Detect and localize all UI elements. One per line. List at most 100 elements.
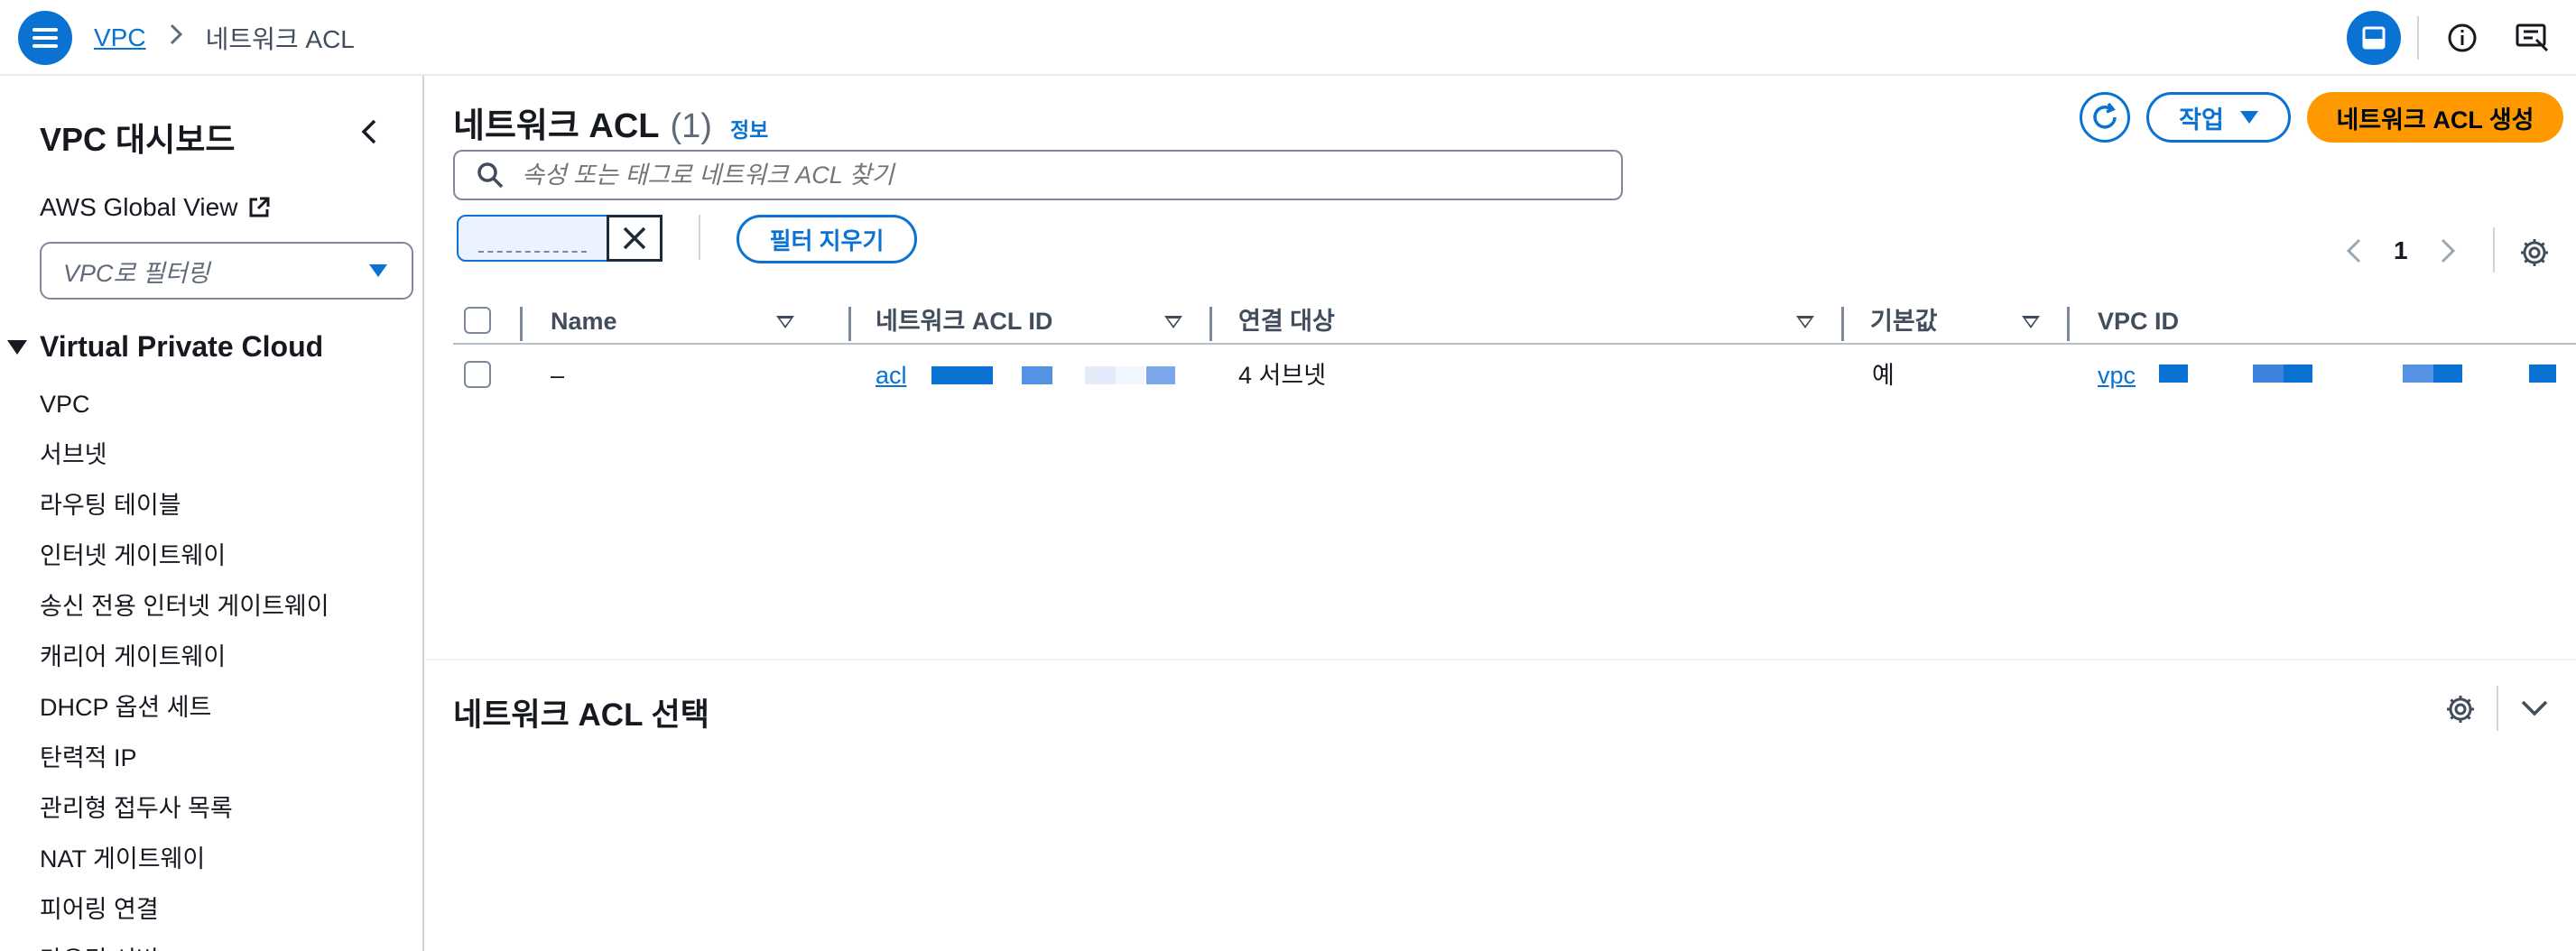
chevron-down-icon[interactable]	[2520, 698, 2549, 718]
feedback-icon	[2516, 23, 2549, 52]
filter-divider	[699, 215, 700, 260]
column-header-acl-id[interactable]: 네트워크 ACL ID	[876, 298, 1052, 345]
select-all-checkbox[interactable]	[464, 307, 491, 334]
column-header-default[interactable]: 기본값	[1870, 298, 1938, 345]
sidebar-title[interactable]: VPC 대시보드	[40, 114, 236, 161]
split-panel-toggle[interactable]	[2347, 11, 2401, 65]
cell-name: –	[551, 362, 565, 389]
redacted-block	[2284, 365, 2312, 383]
redacted-block	[2159, 365, 2188, 383]
sidebar-item-egress-only-igw[interactable]: 송신 전용 인터넷 게이트웨이	[40, 581, 329, 632]
feedback-button[interactable]	[2506, 11, 2560, 65]
info-button[interactable]	[2435, 11, 2489, 65]
column-header-associated-with[interactable]: 연결 대상	[1238, 298, 1335, 345]
sort-icon[interactable]	[776, 316, 794, 328]
page-title: 네트워크 ACL	[453, 107, 660, 145]
row-checkbox[interactable]	[464, 361, 491, 388]
column-divider	[520, 307, 523, 341]
toolbar-divider	[2417, 16, 2419, 60]
page-header: 네트워크 ACL (1) 정보	[453, 97, 768, 147]
vpc-section-header[interactable]: Virtual Private Cloud	[7, 330, 323, 364]
table-row[interactable]: – acl 4 서브넷 예 vpc	[453, 346, 2576, 404]
settings-icon[interactable]	[2444, 693, 2477, 725]
close-icon	[623, 226, 646, 250]
global-view-link[interactable]: AWS Global View	[40, 193, 272, 222]
cell-default: 예	[1872, 362, 1895, 389]
cell-acl-id-link[interactable]: acl	[876, 346, 907, 404]
redacted-block	[1116, 366, 1144, 384]
settings-icon[interactable]	[2518, 236, 2551, 269]
menu-button[interactable]	[18, 11, 72, 65]
caret-down-icon	[7, 339, 27, 355]
sidebar-item-peering[interactable]: 피어링 연결	[40, 884, 329, 935]
main-content: 네트워크 ACL (1) 정보 작업 네트워크 ACL 생성 필터 지우기 1	[426, 76, 2576, 951]
sidebar-item-subnets[interactable]: 서브넷	[40, 429, 329, 480]
breadcrumb: VPC 네트워크 ACL	[94, 20, 355, 56]
sidebar-item-prefix-lists[interactable]: 관리형 접두사 목록	[40, 783, 329, 834]
pagination: 1	[2345, 236, 2457, 265]
redacted-block	[2253, 365, 2284, 383]
sidebar-nav-list: VPC 서브넷 라우팅 테이블 인터넷 게이트웨이 송신 전용 인터넷 게이트웨…	[40, 379, 329, 951]
split-panel-divider	[2497, 686, 2498, 731]
sidebar-item-route-servers[interactable]: 라우팅 서버	[40, 935, 329, 951]
column-divider	[1841, 307, 1844, 341]
redacted-block	[2529, 365, 2556, 383]
split-panel: 네트워크 ACL 선택	[426, 660, 2576, 951]
vpc-filter-placeholder: VPC로 필터링	[63, 259, 210, 287]
sort-icon[interactable]	[1164, 316, 1182, 328]
sidebar-item-carrier-gateways[interactable]: 캐리어 게이트웨이	[40, 632, 329, 682]
sidebar-item-route-tables[interactable]: 라우팅 테이블	[40, 480, 329, 531]
cell-vpc-id-link[interactable]: vpc	[2098, 346, 2136, 404]
sidebar-item-internet-gateways[interactable]: 인터넷 게이트웨이	[40, 531, 329, 581]
breadcrumb-vpc-link[interactable]: VPC	[94, 23, 146, 52]
actions-dropdown-button[interactable]: 작업	[2146, 92, 2291, 143]
side-navigation: VPC 대시보드 AWS Global View VPC로 필터링 Virtua…	[0, 76, 424, 951]
sidebar-item-dhcp-options[interactable]: DHCP 옵션 세트	[40, 682, 329, 733]
column-header-name[interactable]: Name	[551, 298, 617, 345]
chevron-right-icon[interactable]	[2439, 237, 2457, 264]
column-divider	[848, 307, 851, 341]
chevron-left-icon[interactable]	[2345, 237, 2363, 264]
item-count: (1)	[670, 107, 712, 145]
refresh-button[interactable]	[2080, 92, 2130, 143]
vpc-section-label: Virtual Private Cloud	[40, 330, 324, 363]
create-network-acl-button[interactable]: 네트워크 ACL 생성	[2307, 92, 2563, 143]
chevron-left-icon[interactable]	[354, 115, 386, 148]
token-placeholder-line	[478, 251, 587, 253]
global-view-label: AWS Global View	[40, 193, 238, 221]
redacted-block	[2403, 365, 2433, 383]
refresh-icon	[2093, 102, 2117, 129]
column-divider	[1209, 307, 1212, 341]
caret-down-icon	[369, 264, 387, 277]
cell-associated-with: 4 서브넷	[1238, 362, 1327, 389]
table-container: 네트워크 ACL (1) 정보 작업 네트워크 ACL 생성 필터 지우기 1	[426, 76, 2576, 659]
search-field[interactable]	[453, 150, 1623, 200]
sidebar-item-vpc[interactable]: VPC	[40, 379, 329, 429]
sort-icon[interactable]	[1796, 316, 1814, 328]
pagination-divider	[2493, 227, 2495, 272]
breadcrumb-current: 네트워크 ACL	[205, 25, 355, 53]
clear-filters-button[interactable]: 필터 지우기	[737, 215, 917, 263]
sort-icon[interactable]	[2022, 316, 2040, 328]
search-input[interactable]	[520, 160, 1513, 190]
filter-token[interactable]	[457, 215, 610, 262]
info-icon	[2448, 23, 2477, 52]
menu-icon	[32, 28, 58, 48]
split-panel-title: 네트워크 ACL 선택	[453, 697, 709, 733]
vpc-filter-select[interactable]: VPC로 필터링	[40, 242, 413, 300]
column-header-vpc-id[interactable]: VPC ID	[2098, 298, 2179, 345]
sidebar-item-nat-gateways[interactable]: NAT 게이트웨이	[40, 834, 329, 884]
redacted-block	[931, 366, 993, 384]
sidebar-item-elastic-ip[interactable]: 탄력적 IP	[40, 733, 329, 783]
redacted-block	[2433, 365, 2462, 383]
info-link[interactable]: 정보	[730, 113, 768, 143]
panel-icon	[2362, 26, 2386, 50]
page-number[interactable]: 1	[2394, 236, 2408, 265]
caret-down-icon	[2239, 111, 2258, 124]
search-icon	[477, 162, 504, 189]
table-header: Name 네트워크 ACL ID 연결 대상 기본값 VPC ID	[453, 298, 2576, 345]
remove-filter-button[interactable]	[607, 215, 663, 262]
redacted-block	[1085, 366, 1116, 384]
column-divider	[2067, 307, 2070, 341]
redacted-block	[1022, 366, 1052, 384]
